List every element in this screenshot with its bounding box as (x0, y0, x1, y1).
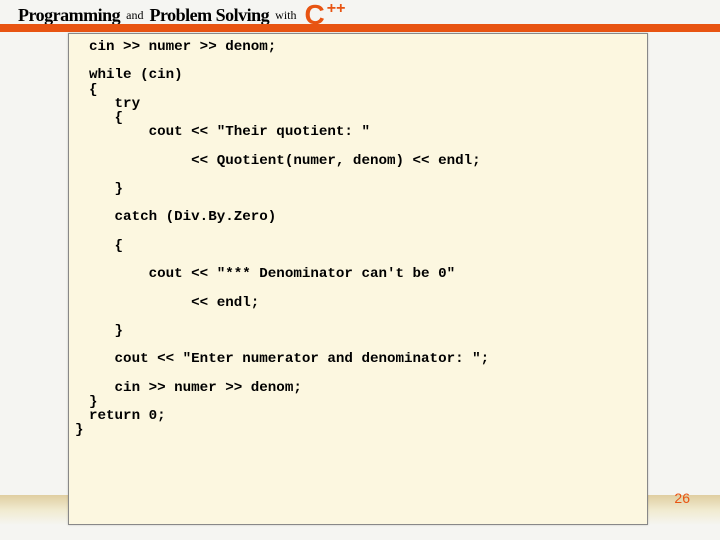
code-line: cin >> numer >> denom; (89, 39, 276, 55)
slide-number: 26 (674, 490, 690, 506)
code-line: cin >> numer >> denom; (89, 380, 302, 396)
slide: Programming and Problem Solving with C +… (0, 0, 720, 540)
code-listing-box: cin >> numer >> denom; while (cin) { try… (68, 33, 648, 525)
code-listing: cin >> numer >> denom; while (cin) { try… (69, 34, 647, 438)
code-line: cout << "*** Denominator can't be 0" (89, 266, 455, 282)
code-line: } (89, 181, 123, 197)
header-word-and: and (126, 8, 143, 23)
code-line: cout << "Their quotient: " (89, 124, 370, 140)
code-line: cout << "Enter numerator and denominator… (89, 351, 489, 367)
code-line: << Quotient(numer, denom) << endl; (89, 153, 481, 169)
code-line: } (75, 423, 84, 437)
code-line: { (89, 238, 123, 254)
code-line: while (cin) (89, 67, 183, 83)
header-plus-plus: ++ (327, 1, 346, 17)
code-line: catch (Div.By.Zero) (89, 209, 276, 225)
code-line: } (89, 323, 123, 339)
header-word-with: with (275, 8, 296, 23)
header-word-programming: Programming (18, 5, 120, 26)
orange-divider-bar (0, 24, 720, 32)
header-word-problem-solving: Problem Solving (149, 5, 269, 26)
code-line: return 0; (89, 408, 166, 424)
code-line: << endl; (89, 295, 259, 311)
